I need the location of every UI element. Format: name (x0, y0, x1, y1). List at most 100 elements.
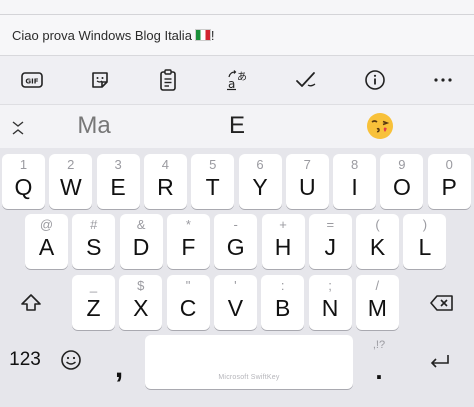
keyboard: 1Q2W3E4R5T6Y7U8I9O0P @ A # S & D * F - G + H = J(K) L … (0, 148, 474, 407)
key-main-label: S (86, 234, 102, 260)
backspace-icon (430, 294, 453, 311)
key-y[interactable]: 6Y (238, 154, 282, 209)
toolbar: GIF a あ (0, 56, 474, 104)
key-alt-label: @ (39, 217, 54, 232)
key-main-label: G (226, 234, 245, 260)
key-alt-label: 3 (114, 157, 122, 172)
key-c[interactable]: " C (166, 275, 210, 330)
more-icon (434, 78, 452, 82)
key-h[interactable]: + H (261, 214, 305, 269)
numbers-key[interactable]: 123 (4, 340, 46, 380)
key-main-label: B (275, 295, 291, 321)
top-edge (0, 0, 474, 15)
clipboard-button[interactable] (154, 66, 182, 94)
svg-text:GIF: GIF (25, 78, 38, 86)
key-main-label: U (298, 174, 316, 200)
smiley-icon (61, 350, 81, 370)
key-w[interactable]: 2W (49, 154, 93, 209)
key-alt-label: 9 (398, 157, 406, 172)
key-n[interactable]: ; N (308, 275, 352, 330)
key-main-label: T (205, 174, 220, 200)
sticker-icon (92, 72, 108, 88)
key-alt-label: 8 (350, 157, 359, 172)
key-f[interactable]: * F (166, 214, 210, 269)
key-main-label: F (181, 234, 196, 260)
key-main-label: E (110, 174, 126, 200)
key-alt-label: + (279, 217, 287, 232)
checkmark-icon (296, 72, 316, 87)
compose-text: Ciao prova Windows Blog Italia! (12, 28, 215, 43)
key-g[interactable]: -G (214, 214, 258, 269)
key-alt-label: * (185, 217, 191, 232)
key-u[interactable]: 7U (285, 154, 329, 209)
key-alt-label: 5 (209, 157, 217, 172)
translate-icon: a あ (227, 70, 247, 91)
svg-text:あ: あ (237, 71, 247, 83)
more-button[interactable] (429, 66, 457, 94)
gif-button[interactable]: GIF (18, 66, 46, 94)
key-b[interactable]: :B (261, 275, 305, 330)
period-alt-label: ,!? (372, 339, 386, 351)
key-alt-label: 0 (445, 157, 453, 172)
sticker-button[interactable] (86, 66, 114, 94)
shift-icon (21, 293, 41, 311)
collapse-icon[interactable] (10, 118, 26, 138)
clipboard-icon (160, 69, 176, 91)
key-o[interactable]: 9O (380, 154, 424, 209)
enter-key[interactable] (420, 344, 460, 380)
key-alt-label: _ (89, 278, 98, 293)
key-main-label: O (392, 174, 411, 200)
key-j[interactable]: = J (308, 214, 352, 269)
space-brand-label: Microsoft SwiftKey (218, 374, 280, 381)
key-d[interactable]: & D (119, 214, 163, 269)
key-k[interactable]: (K (356, 214, 400, 269)
key-main-label: C (179, 295, 197, 321)
backspace-key[interactable] (419, 275, 465, 330)
key-main-label: J (324, 234, 337, 260)
space-key[interactable]: Microsoft SwiftKey (145, 335, 353, 389)
translate-button[interactable]: a あ (223, 66, 251, 94)
key-p[interactable]: 0P (427, 154, 471, 209)
key-main-label: Q (14, 174, 33, 200)
key-alt-label: $ (137, 278, 145, 293)
key-a[interactable]: @ A (25, 214, 68, 269)
key-s[interactable]: # S (72, 214, 116, 269)
key-i[interactable]: 8I (333, 154, 377, 209)
key-main-label: V (227, 295, 244, 321)
gif-icon: GIF (21, 72, 43, 88)
suggestion-left[interactable]: Ma (62, 112, 126, 140)
info-icon (365, 70, 385, 90)
key-r[interactable]: 4R (143, 154, 187, 209)
period-key[interactable]: . (364, 353, 394, 387)
emoji-key[interactable] (56, 340, 86, 380)
info-button[interactable] (361, 66, 389, 94)
key-alt-label: " (185, 278, 191, 293)
kiss-face-emoji-icon[interactable] (366, 112, 394, 140)
key-alt-label: : (280, 278, 285, 293)
key-alt-label: 1 (19, 157, 28, 172)
key-e[interactable]: 3E (96, 154, 140, 209)
key-alt-label: = (326, 217, 335, 232)
key-m[interactable]: / M (355, 275, 399, 330)
italy-flag-icon (194, 29, 211, 41)
key-alt-label: & (136, 217, 146, 232)
key-l[interactable]: ) L (403, 214, 447, 269)
key-q[interactable]: 1Q (2, 154, 45, 209)
key-main-label: R (157, 174, 174, 200)
key-t[interactable]: 5T (191, 154, 235, 209)
key-z[interactable]: _ Z (72, 275, 115, 330)
key-main-label: X (133, 295, 149, 321)
shift-key[interactable] (8, 275, 54, 330)
key-main-label: M (367, 295, 387, 321)
key-x[interactable]: $ X (119, 275, 163, 330)
key-v[interactable]: ' V (213, 275, 257, 330)
compose-field[interactable]: Ciao prova Windows Blog Italia! (0, 15, 474, 56)
comma-key[interactable]: , (102, 348, 136, 388)
key-main-label: A (38, 234, 55, 260)
key-main-label: D (132, 234, 150, 260)
key-alt-label: ' (234, 278, 237, 293)
key-main-label: P (441, 174, 457, 200)
key-main-label: W (59, 174, 82, 200)
editor-check-button[interactable] (292, 66, 320, 94)
suggestion-center[interactable]: E (205, 112, 269, 140)
